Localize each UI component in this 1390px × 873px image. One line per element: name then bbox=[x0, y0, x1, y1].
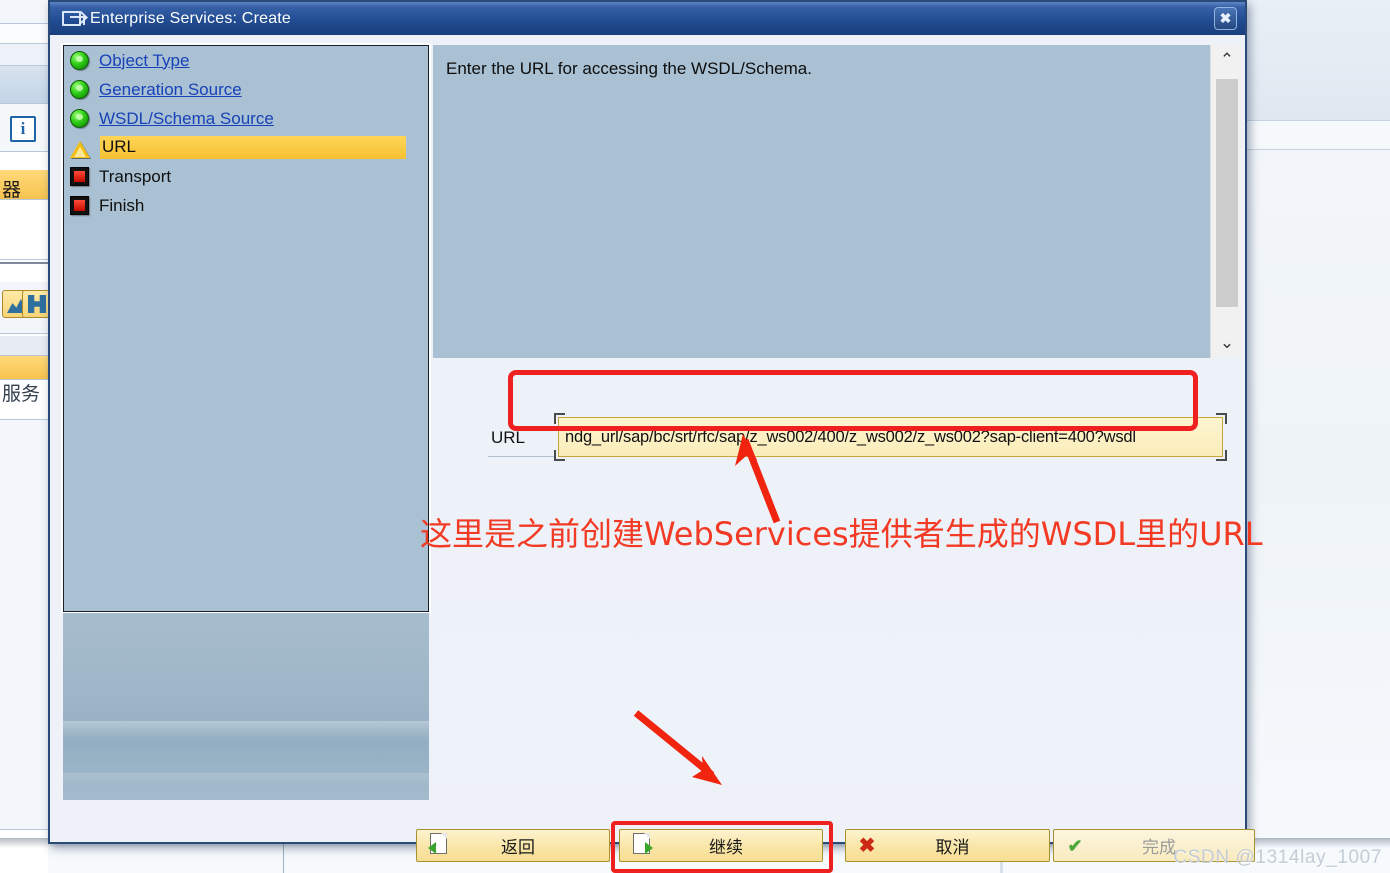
status-warning-icon bbox=[70, 140, 90, 158]
back-button-label: 返回 bbox=[501, 838, 535, 857]
status-green-icon bbox=[70, 109, 89, 128]
enterprise-services-dialog: Enterprise Services: Create ✖ Object Typ… bbox=[48, 0, 1255, 873]
status-green-icon bbox=[70, 51, 89, 70]
close-icon[interactable]: ✖ bbox=[1214, 7, 1237, 30]
dialog-body: Object Type Generation Source WSDL/Schem… bbox=[50, 35, 1255, 873]
back-button[interactable]: 返回 bbox=[416, 829, 610, 862]
watermark: CSDN @1314lay_1007 bbox=[1173, 847, 1382, 868]
sidebar-item-url[interactable]: URL bbox=[64, 133, 428, 162]
url-label: URL bbox=[491, 428, 526, 447]
bg-menu-label-1: 器 bbox=[2, 180, 22, 201]
screen: i 器 服务 Enterprise Services: Create ✖ Obj… bbox=[0, 0, 1390, 873]
focus-corner-tl bbox=[554, 413, 565, 424]
check-pen-icon: ✔ bbox=[1067, 835, 1083, 856]
bg-grey-row bbox=[0, 336, 48, 356]
binoculars-icon bbox=[22, 290, 50, 318]
continue-button-label: 继续 bbox=[709, 838, 743, 857]
instruction-panel: Enter the URL for accessing the WSDL/Sch… bbox=[433, 45, 1210, 358]
instruction-text: Enter the URL for accessing the WSDL/Sch… bbox=[446, 59, 812, 78]
bg-empty-canvas bbox=[0, 420, 48, 830]
status-green-icon bbox=[70, 80, 89, 99]
bg-toolbar-row-4 bbox=[0, 66, 48, 104]
sidebar-item-finish[interactable]: Finish bbox=[64, 191, 428, 220]
wizard-step-tree: Object Type Generation Source WSDL/Schem… bbox=[61, 43, 431, 614]
bg-toolbar-row-1 bbox=[0, 0, 48, 24]
sidebar-item-label: Finish bbox=[99, 195, 145, 215]
sidebar-item-generation-source[interactable]: Generation Source bbox=[64, 75, 428, 104]
export-window-icon bbox=[62, 11, 81, 26]
sidebar-item-object-type[interactable]: Object Type bbox=[64, 46, 428, 75]
sidebar-item-label[interactable]: Generation Source bbox=[99, 80, 242, 100]
scroll-down-icon[interactable]: ⌄ bbox=[1211, 328, 1243, 358]
bg-toolbar-row-3 bbox=[0, 44, 48, 66]
url-form-row: URL bbox=[433, 413, 1242, 461]
sidebar-item-label: Transport bbox=[99, 166, 172, 186]
focus-corner-br bbox=[1216, 450, 1227, 461]
scrollbar-thumb[interactable] bbox=[1216, 79, 1238, 307]
url-label-underline bbox=[488, 456, 554, 457]
annotation-text: 这里是之前创建WebServices提供者生成的WSDL里的URL bbox=[420, 515, 1263, 553]
focus-corner-tr bbox=[1216, 413, 1227, 424]
page-forward-icon bbox=[628, 832, 654, 859]
status-red-icon bbox=[70, 167, 89, 186]
cancel-button-label: 取消 bbox=[935, 838, 970, 857]
sidebar-item-label[interactable]: WSDL/Schema Source bbox=[99, 109, 274, 129]
sidebar-item-label[interactable]: Object Type bbox=[99, 51, 189, 71]
bg-amber-row-2 bbox=[0, 356, 48, 380]
red-x-icon: ✖ bbox=[858, 834, 876, 857]
continue-button[interactable]: 继续 bbox=[619, 829, 823, 862]
sidebar-item-transport[interactable]: Transport bbox=[64, 162, 428, 191]
page-back-icon bbox=[425, 832, 451, 859]
focus-corner-bl bbox=[554, 450, 565, 461]
bg-toolbar-row-2 bbox=[0, 24, 48, 44]
cancel-button[interactable]: ✖ 取消 bbox=[845, 829, 1050, 862]
url-input-wrapper bbox=[554, 413, 1227, 461]
decorative-banner-image bbox=[63, 613, 429, 800]
content-scrollbar[interactable]: ⌃ ⌄ bbox=[1210, 45, 1242, 358]
bg-right-band-upper bbox=[1246, 0, 1390, 120]
sidebar-item-label: URL bbox=[100, 136, 406, 159]
info-icon: i bbox=[10, 116, 36, 142]
scroll-up-icon[interactable]: ⌃ bbox=[1211, 45, 1243, 75]
bg-white-row-1 bbox=[0, 200, 48, 260]
dialog-footer: 返回 继续 ✖ 取消 ✔ 完成 bbox=[50, 815, 1255, 873]
dialog-title: Enterprise Services: Create bbox=[90, 9, 292, 27]
dialog-titlebar: Enterprise Services: Create ✖ bbox=[50, 2, 1245, 35]
background-sapgui-left-strip: i 器 服务 bbox=[0, 0, 50, 873]
bg-menu-label-2: 服务 bbox=[2, 384, 41, 405]
url-input[interactable] bbox=[558, 417, 1223, 457]
sidebar-item-wsdl-schema-source[interactable]: WSDL/Schema Source bbox=[64, 104, 428, 133]
bg-right-band-lower bbox=[1246, 120, 1390, 150]
status-red-icon bbox=[70, 196, 89, 215]
